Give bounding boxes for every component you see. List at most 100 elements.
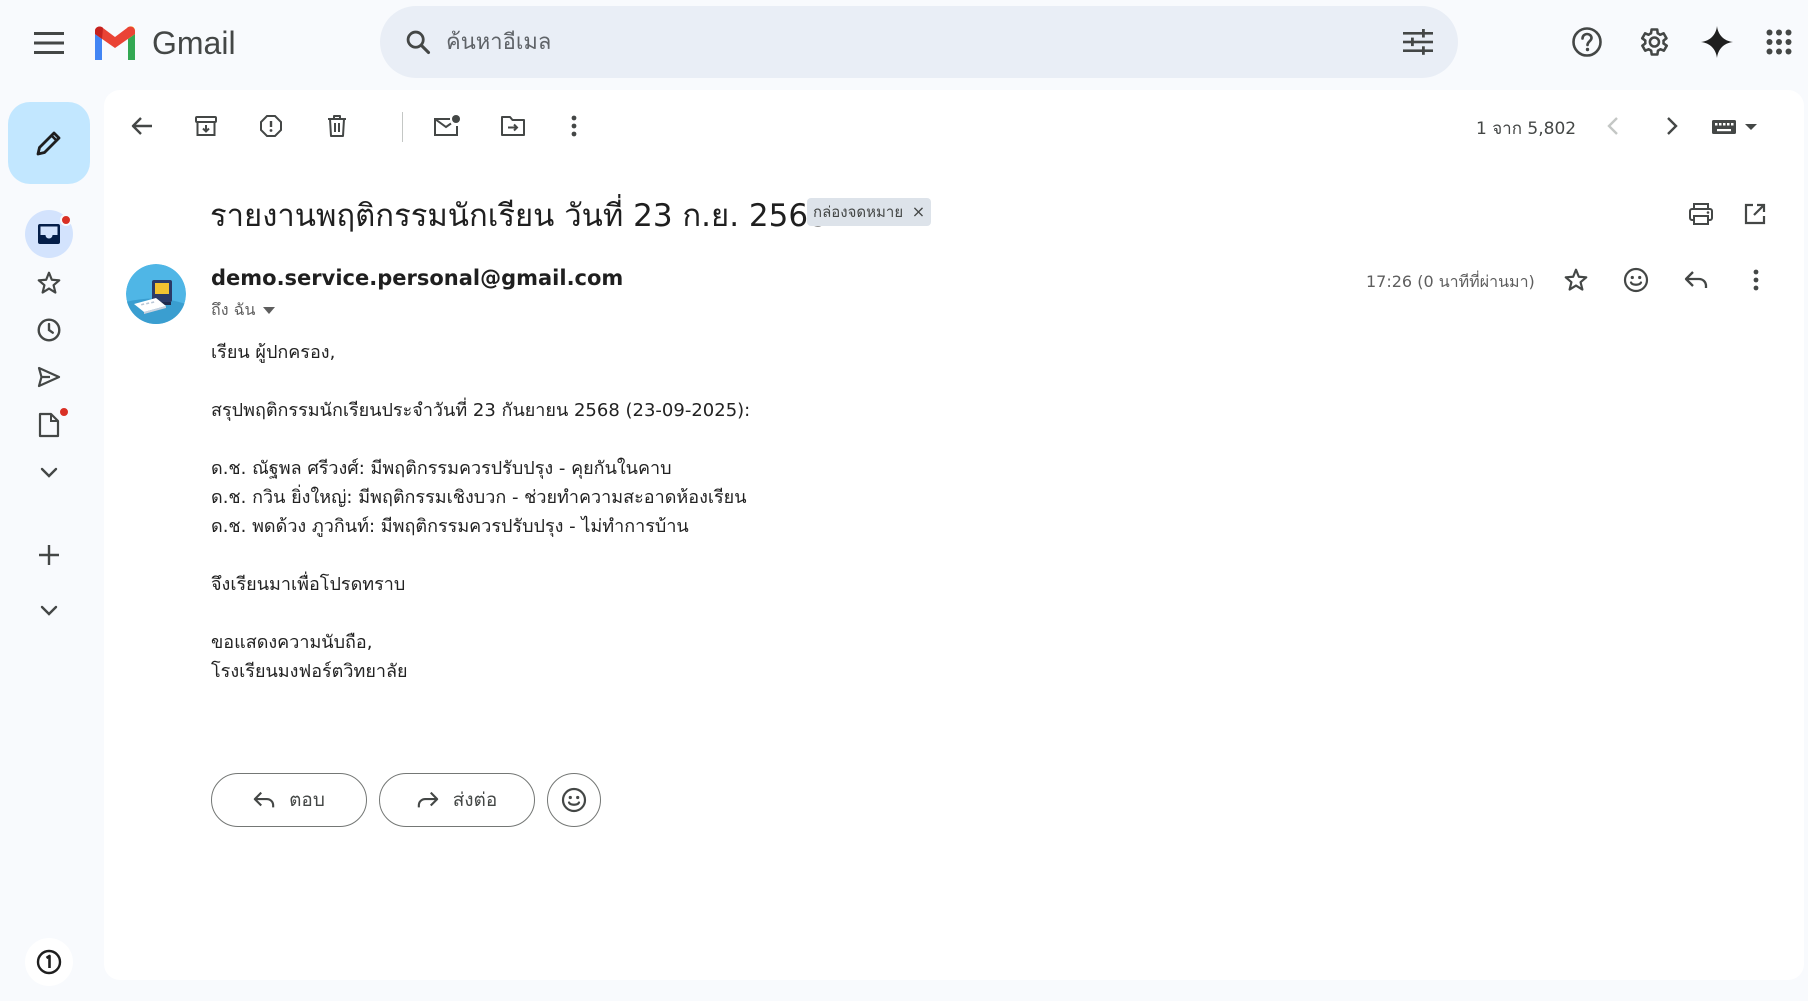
body-greeting: เรียน ผู้ปกครอง, [211, 342, 336, 363]
emoji-icon [561, 787, 587, 813]
nav-starred[interactable] [25, 259, 73, 307]
report-icon [259, 114, 283, 138]
back-button[interactable] [120, 104, 164, 148]
gear-icon [1636, 25, 1670, 59]
nav-sent[interactable] [25, 353, 73, 401]
more-vert-icon [1753, 269, 1759, 291]
body-regards: ขอแสดงความนับถือ, [211, 632, 373, 653]
label-chip-text: กล่องจดหมาย [813, 203, 904, 221]
more-vert-icon [571, 115, 577, 137]
sender-avatar[interactable] [126, 264, 186, 324]
move-folder-icon [500, 115, 526, 137]
body-student-line: ด.ช. กวิน ยิ่งใหญ่: มีพฤติกรรมเชิงบวก - … [211, 487, 747, 508]
google-apps-button[interactable] [1753, 16, 1805, 68]
print-icon [1688, 202, 1714, 226]
body-summary: สรุปพฤติกรรมนักเรียนประจำวันที่ 23 กันยา… [211, 400, 751, 421]
inbox-label-chip[interactable]: กล่องจดหมาย × [807, 198, 932, 226]
reply-bottom-button[interactable]: ตอบ [211, 773, 367, 827]
message-view: 1 จาก 5,802 รายงานพฤติกรรมนักเรียน วันที… [104, 90, 1804, 980]
delete-button[interactable] [315, 104, 359, 148]
star-button[interactable] [1554, 258, 1598, 302]
send-icon [37, 366, 61, 388]
toolbar-divider [402, 112, 403, 142]
emoji-icon [1623, 267, 1649, 293]
mark-unread-icon [433, 114, 461, 138]
plus-icon [38, 544, 60, 566]
reply-label: ตอบ [289, 789, 325, 811]
chevron-left-icon [1607, 116, 1619, 136]
print-button[interactable] [1679, 192, 1723, 236]
search-bar[interactable] [380, 6, 1458, 78]
chevron-right-icon [1666, 116, 1678, 136]
unread-dot [60, 214, 72, 226]
older-button[interactable] [1650, 104, 1694, 148]
body-closing: จึงเรียนมาเพื่อโปรดทราบ [211, 574, 406, 595]
reply-icon [253, 790, 275, 810]
chevron-down-icon [40, 605, 58, 617]
email-subject: รายงานพฤติกรรมนักเรียน วันที่ 23 ก.ย. 25… [210, 198, 828, 234]
nav-more[interactable] [25, 449, 73, 497]
email-body: เรียน ผู้ปกครอง, สรุปพฤติกรรมนักเรียนประ… [211, 338, 750, 686]
clock-icon [36, 317, 62, 343]
tune-icon [1403, 29, 1433, 55]
top-bar: Gmail [0, 0, 1808, 84]
message-more-button[interactable] [1734, 258, 1778, 302]
gmail-m-icon [92, 26, 138, 60]
menu-icon [34, 32, 64, 54]
caret-down-icon [263, 306, 276, 315]
body-signature: โรงเรียนมงฟอร์ตวิทยาลัย [211, 661, 408, 682]
forward-label: ส่งต่อ [452, 789, 498, 811]
newer-button[interactable] [1591, 104, 1635, 148]
open-new-window-button[interactable] [1733, 192, 1777, 236]
status-icon [36, 949, 62, 975]
search-input[interactable] [446, 22, 1346, 62]
help-icon [1571, 26, 1603, 58]
trash-icon [326, 114, 348, 138]
reply-button[interactable] [1674, 258, 1718, 302]
sender-email[interactable]: demo.service.personal@gmail.com [211, 266, 623, 290]
app-name: Gmail [152, 24, 236, 61]
sparkle-icon [1700, 25, 1734, 59]
nav-drafts[interactable] [25, 401, 73, 449]
star-icon [1563, 267, 1589, 293]
compose-button[interactable] [8, 102, 90, 184]
archive-icon [194, 115, 218, 137]
report-spam-button[interactable] [249, 104, 293, 148]
gemini-button[interactable] [1691, 16, 1743, 68]
emoji-react-button[interactable] [547, 773, 601, 827]
arrow-back-icon [131, 116, 153, 136]
input-tools-button[interactable] [1708, 104, 1764, 148]
main-menu-button[interactable] [24, 18, 74, 68]
inbox-icon [37, 223, 61, 245]
more-actions-button[interactable] [552, 104, 596, 148]
open-in-new-icon [1743, 202, 1767, 226]
email-timestamp: 17:26 (0 นาทีที่ผ่านมา) [1366, 272, 1535, 291]
apps-grid-icon [1766, 29, 1792, 55]
pagination-text: 1 จาก 5,802 [1476, 119, 1577, 139]
draft-icon [38, 412, 60, 438]
forward-icon [417, 790, 439, 810]
star-icon [36, 270, 62, 296]
search-icon [404, 28, 432, 56]
nav-inbox[interactable] [25, 210, 73, 258]
forward-button[interactable]: ส่งต่อ [379, 773, 535, 827]
recipient-text: ถึง ฉัน [211, 300, 256, 319]
reply-icon [1684, 270, 1708, 290]
body-student-line: ด.ช. พดด้วง ภูวกินท์: มีพฤติกรรมควรปรับป… [211, 516, 689, 537]
create-label-button[interactable] [25, 531, 73, 579]
support-button[interactable] [1561, 16, 1613, 68]
remove-label-button[interactable]: × [912, 198, 925, 226]
nav-snoozed[interactable] [25, 306, 73, 354]
mark-unread-button[interactable] [425, 104, 469, 148]
gmail-logo[interactable]: Gmail [92, 22, 236, 64]
search-button[interactable] [400, 24, 436, 60]
status-button[interactable] [25, 938, 73, 986]
add-reaction-button[interactable] [1614, 258, 1658, 302]
search-options-button[interactable] [1400, 24, 1436, 60]
labels-expand[interactable] [25, 587, 73, 635]
settings-button[interactable] [1627, 16, 1679, 68]
recipient-details[interactable]: ถึง ฉัน [211, 298, 276, 323]
move-to-button[interactable] [491, 104, 535, 148]
keyboard-icon [1711, 117, 1761, 135]
archive-button[interactable] [184, 104, 228, 148]
